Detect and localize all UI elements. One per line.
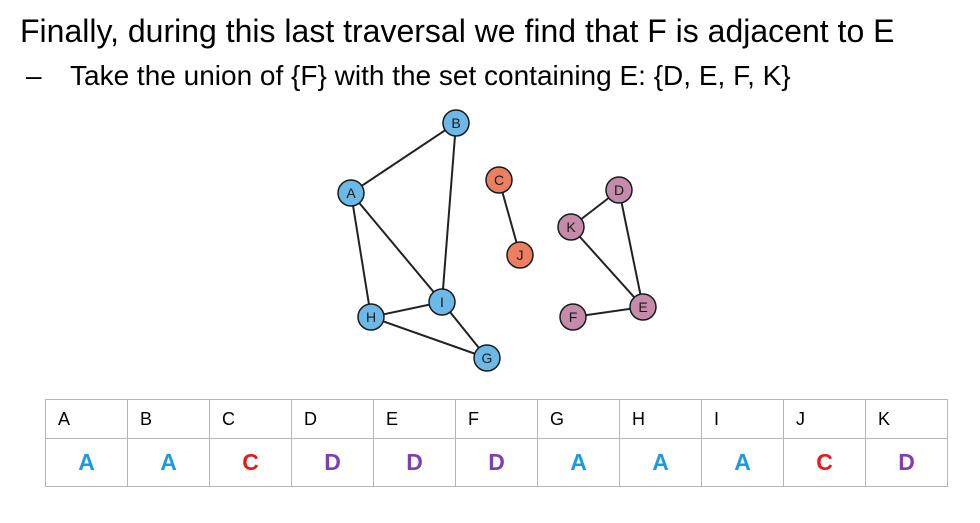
set-cell-g: A [537,438,620,487]
header-cell-e: E [373,399,456,439]
vertex-header-row: ABCDEFGHIJK [45,399,948,439]
node-a: A [337,179,365,207]
header-cell-b: B [127,399,210,439]
node-g: G [473,344,501,372]
node-label: C [494,172,504,188]
set-table: ABCDEFGHIJK AACDDDAAACD [45,399,948,487]
node-label: D [614,182,624,198]
header-cell-k: K [865,399,948,439]
set-cell-h: A [619,438,702,487]
set-value-row: AACDDDAAACD [45,438,948,487]
node-k: K [557,213,585,241]
set-cell-b: A [127,438,210,487]
edge-k-e [570,226,644,308]
node-c: C [485,166,513,194]
node-label: E [638,299,647,315]
edge-a-b [350,122,457,194]
node-label: A [346,185,356,201]
node-label: B [451,115,460,131]
edge-b-i [441,122,457,303]
node-b: B [442,109,470,137]
set-cell-e: D [373,438,456,487]
graph-diagram: A B C D E F G H I J K [337,109,657,372]
header-cell-d: D [291,399,374,439]
set-cell-a: A [45,438,128,487]
set-cell-j: C [783,438,866,487]
header-cell-a: A [45,399,128,439]
node-i: I [428,288,456,316]
node-e: E [629,293,657,321]
node-label: K [566,219,576,235]
header-cell-c: C [209,399,292,439]
node-label: F [569,309,578,325]
edge-a-i [350,192,443,303]
node-f: F [559,303,587,331]
set-cell-d: D [291,438,374,487]
node-label: H [366,309,376,325]
node-label: J [517,247,524,263]
header-cell-j: J [783,399,866,439]
header-cell-i: I [701,399,784,439]
node-j: J [506,241,534,269]
node-label: I [440,294,444,310]
node-d: D [605,176,633,204]
header-cell-g: G [537,399,620,439]
set-cell-f: D [455,438,538,487]
set-cell-k: D [865,438,948,487]
node-label: G [482,350,493,366]
set-cell-c: C [209,438,292,487]
node-h: H [357,303,385,331]
set-cell-i: A [701,438,784,487]
edge-a-h [350,192,372,318]
header-cell-h: H [619,399,702,439]
header-cell-f: F [455,399,538,439]
edge-d-e [618,189,644,308]
